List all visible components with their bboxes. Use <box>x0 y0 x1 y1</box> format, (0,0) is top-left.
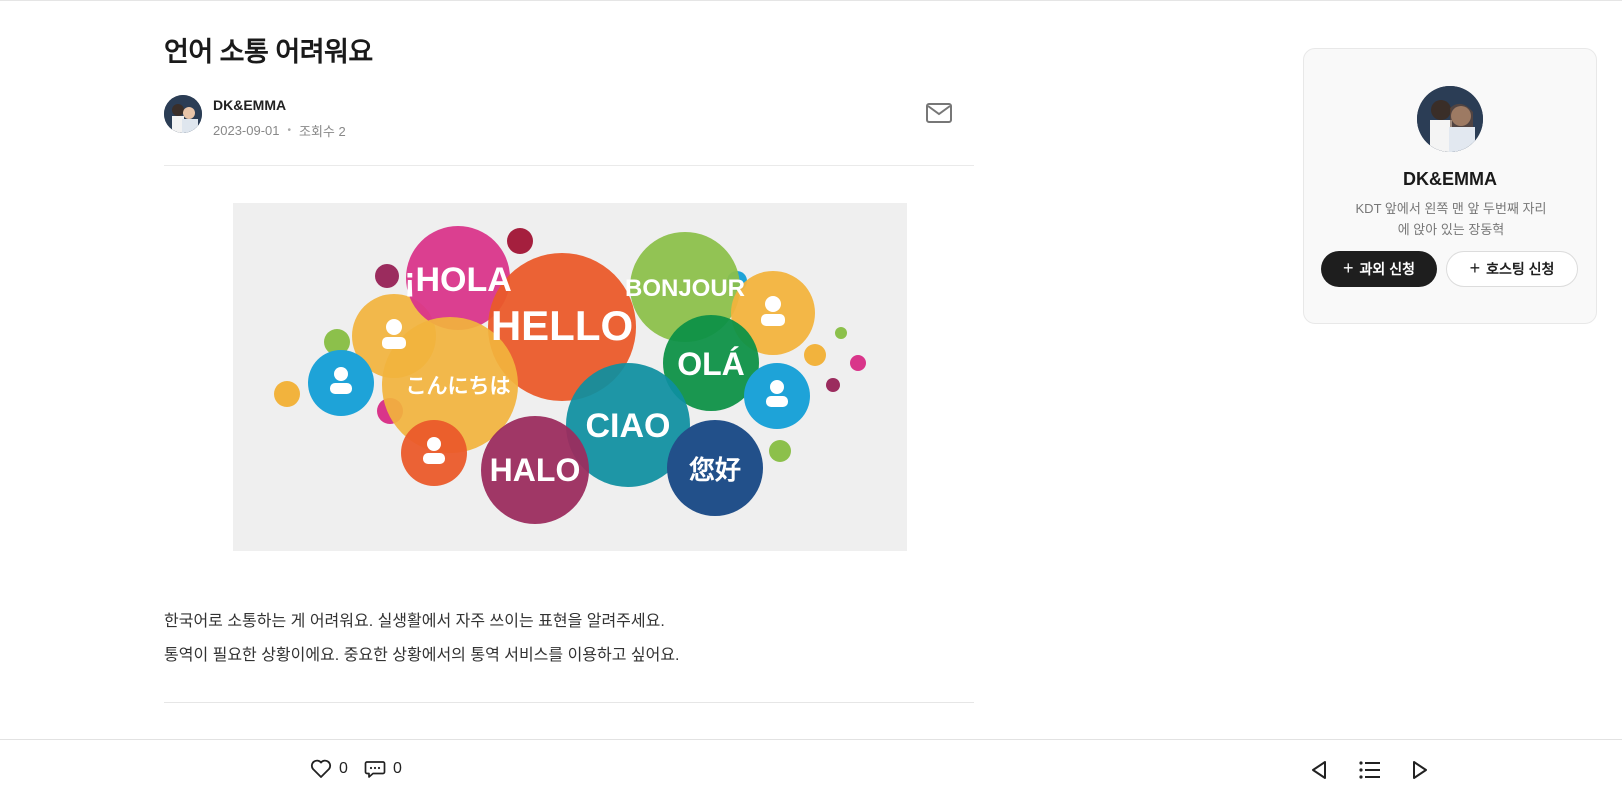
list-icon[interactable] <box>1358 758 1382 782</box>
bubble-ola: OLÁ <box>677 346 745 382</box>
plus-icon: + <box>1469 258 1481 278</box>
bubble-nihao: 您好 <box>689 455 741 485</box>
bubble-halo: HALO <box>490 452 581 488</box>
post-title: 언어 소통 어려워요 <box>164 37 373 67</box>
mail-icon[interactable] <box>925 101 953 125</box>
comment-count: 0 <box>393 760 402 777</box>
meta-separator: • <box>287 125 292 136</box>
profile-bio-line: KDT 앞에서 왼쪽 맨 앞 두번째 자리 <box>1355 201 1547 216</box>
next-icon[interactable] <box>1408 758 1432 782</box>
bottom-action-bar: 0 0 <box>0 739 1622 798</box>
comment-button[interactable]: 0 <box>364 759 402 779</box>
bubble-bonjour: BONJOUR <box>625 275 745 302</box>
author-avatar[interactable] <box>164 95 202 133</box>
hosting-request-button[interactable]: + 호스팅 신청 <box>1446 251 1578 287</box>
hosting-request-label: 호스팅 신청 <box>1486 261 1555 277</box>
post-date: 2023-09-01 <box>213 123 280 138</box>
post-meta: 2023-09-01 • 조회수 2 <box>213 121 346 140</box>
like-count: 0 <box>339 760 348 777</box>
top-border <box>0 0 1622 1</box>
bubble-konnichiwa: こんにちは <box>406 375 511 398</box>
post-body-line: 통역이 필요한 상황이에요. 중요한 상황에서의 통역 서비스를 이용하고 싶어… <box>164 647 680 664</box>
prev-icon[interactable] <box>1307 758 1331 782</box>
like-button[interactable]: 0 <box>310 759 348 779</box>
post-views: 조회수 2 <box>299 124 346 139</box>
bubble-hola: ¡HOLA <box>404 261 512 299</box>
profile-bio: KDT 앞에서 왼쪽 맨 앞 두번째 자리 에 앉아 있는 장동혁 <box>1324 198 1578 240</box>
hero-image: ¡HOLA HELLO BONJOUR OLÁ こんにちは CIAO HALO … <box>233 203 907 551</box>
post-body: 한국어로 소통하는 게 어려워요. 실생활에서 자주 쓰이는 표현을 알려주세요… <box>164 605 680 673</box>
profile-bio-line: 에 앉아 있는 장동혁 <box>1397 222 1505 237</box>
tutoring-request-label: 과외 신청 <box>1359 261 1415 277</box>
author-name[interactable]: DK&EMMA <box>213 97 286 113</box>
profile-card: DK&EMMA KDT 앞에서 왼쪽 맨 앞 두번째 자리 에 앉아 있는 장동… <box>1303 48 1597 324</box>
bubble-hello: HELLO <box>491 302 633 349</box>
heart-icon <box>310 759 332 778</box>
plus-icon: + <box>1343 258 1354 278</box>
profile-avatar[interactable] <box>1417 86 1483 152</box>
profile-name: DK&EMMA <box>1403 169 1497 189</box>
tutoring-request-button[interactable]: + 과외 신청 <box>1321 251 1437 287</box>
body-divider <box>164 702 974 703</box>
comment-icon <box>364 761 386 778</box>
header-divider <box>164 165 974 166</box>
post-body-line: 한국어로 소통하는 게 어려워요. 실생활에서 자주 쓰이는 표현을 알려주세요… <box>164 613 665 630</box>
bubble-ciao: CIAO <box>586 407 671 445</box>
